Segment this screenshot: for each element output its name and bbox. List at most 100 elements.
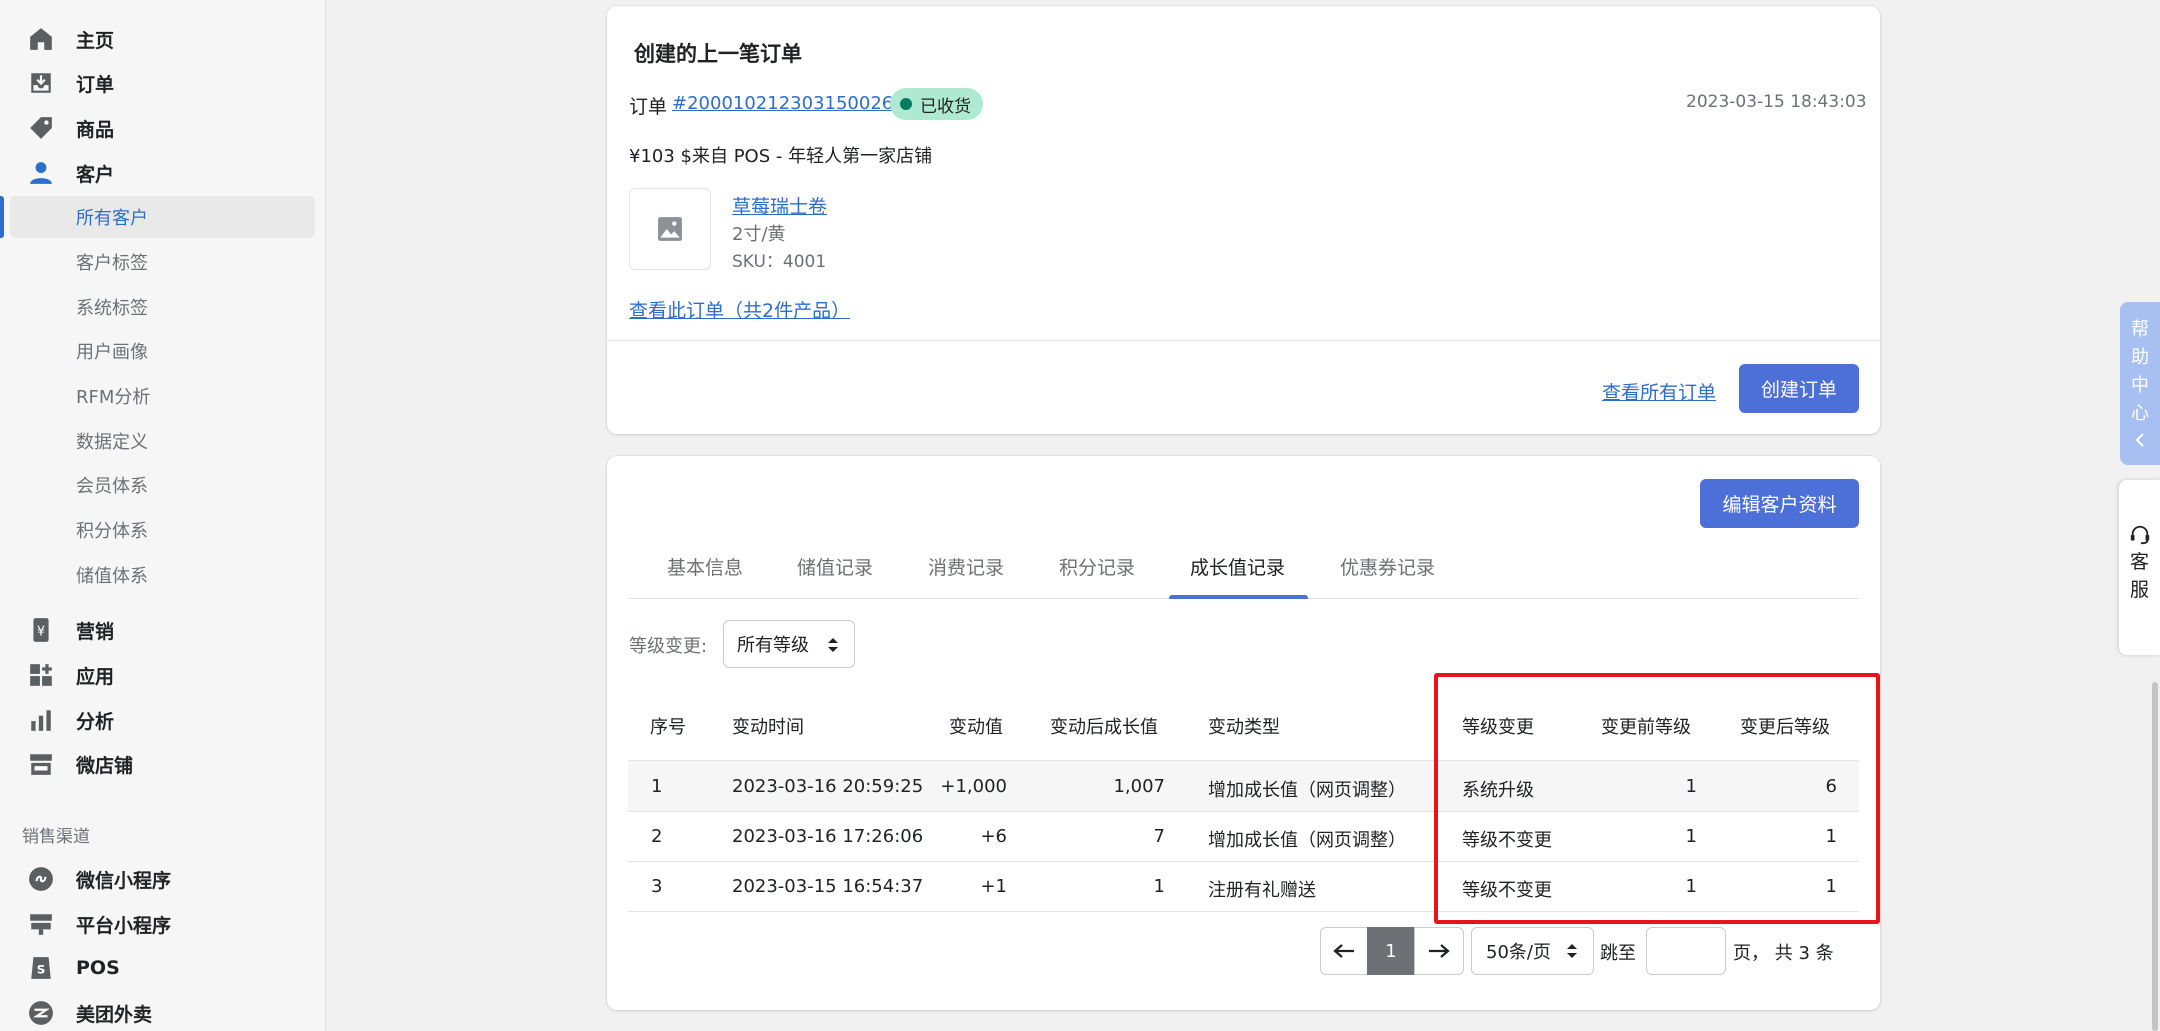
image-icon — [658, 217, 682, 241]
view-order-link[interactable]: 查看此订单（共2件产品） — [629, 296, 850, 323]
home-icon — [26, 24, 56, 54]
cell-time: 2023-03-16 17:26:06 — [732, 826, 924, 847]
sub-item-label: 储值体系 — [76, 566, 148, 587]
meituan-icon — [26, 998, 56, 1028]
jump-page-input[interactable] — [1646, 927, 1726, 975]
arrow-left-icon — [1333, 944, 1354, 958]
cell-index: 3 — [651, 876, 663, 897]
tab-consumption[interactable]: 消费记录 — [928, 553, 1004, 580]
help-char: 中 — [2131, 375, 2149, 396]
cell-change-value: +6 — [980, 826, 1007, 847]
current-page-button[interactable]: 1 — [1367, 927, 1415, 975]
select-arrows-icon — [828, 638, 838, 652]
card-divider — [607, 340, 1880, 341]
sales-channels-label: 销售渠道 — [22, 827, 90, 847]
nav-products[interactable]: 商品 — [0, 106, 326, 150]
level-change-value: 所有等级 — [737, 635, 809, 656]
help-center-tab[interactable]: 帮 助 中 心 — [2120, 302, 2160, 465]
scrollbar-thumb[interactable] — [2152, 682, 2158, 1031]
order-number-link[interactable]: #200010212303150026 — [672, 93, 893, 114]
order-status-badge: 已收货 — [890, 88, 983, 120]
sub-item-label: 客户标签 — [76, 253, 148, 274]
store-icon — [26, 749, 56, 779]
svg-text:¥: ¥ — [37, 624, 45, 639]
pos-icon: S — [26, 953, 56, 983]
sub-item-system-tags[interactable]: 系统标签 — [10, 286, 315, 328]
nav-marketing-label: 营销 — [76, 620, 115, 643]
marketing-icon: ¥ — [26, 615, 56, 645]
tab-stored-value[interactable]: 储值记录 — [797, 553, 873, 580]
next-page-button[interactable] — [1414, 927, 1464, 975]
sub-item-stored-value[interactable]: 储值体系 — [10, 554, 315, 596]
edit-customer-button[interactable]: 编辑客户资料 — [1700, 479, 1859, 528]
help-char: 心 — [2131, 403, 2149, 424]
cell-after-value: 1,007 — [1113, 776, 1165, 797]
tab-coupons[interactable]: 优惠券记录 — [1340, 553, 1435, 580]
nav-store[interactable]: 微店铺 — [0, 742, 326, 786]
sub-item-label: 所有客户 — [76, 208, 148, 229]
col-header-time: 变动时间 — [732, 717, 804, 738]
nav-apps[interactable]: 应用 — [0, 653, 326, 697]
create-order-button[interactable]: 创建订单 — [1739, 364, 1859, 413]
cell-index: 1 — [651, 776, 663, 797]
sub-item-user-profile[interactable]: 用户画像 — [10, 330, 315, 372]
last-order-card — [607, 6, 1880, 434]
sub-item-customer-tags[interactable]: 客户标签 — [10, 241, 315, 283]
orders-icon — [26, 68, 56, 98]
svg-text:S: S — [37, 962, 46, 976]
channel-platform-miniprogram[interactable]: 平台小程序 — [0, 902, 326, 946]
nav-home[interactable]: 主页 — [0, 17, 326, 61]
sub-item-points[interactable]: 积分体系 — [10, 509, 315, 551]
col-header-change-type: 变动类型 — [1208, 717, 1280, 738]
col-header-change-value: 变动值 — [949, 717, 1003, 738]
channel-label: 微信小程序 — [76, 869, 172, 892]
sub-item-data-definition[interactable]: 数据定义 — [10, 420, 315, 462]
nav-customers[interactable]: 客户 — [0, 151, 326, 195]
product-name-link[interactable]: 草莓瑞士卷 — [732, 192, 827, 219]
total-text: 页， 共 3 条 — [1733, 943, 1834, 964]
nav-store-label: 微店铺 — [76, 754, 134, 777]
product-sku: SKU：4001 — [732, 252, 827, 272]
level-change-select[interactable]: 所有等级 — [723, 620, 855, 668]
channel-pos[interactable]: S POS — [0, 946, 326, 990]
nav-orders[interactable]: 订单 — [0, 61, 326, 105]
filter-label: 等级变更: — [629, 636, 708, 657]
cell-change-value: +1 — [980, 876, 1007, 897]
nav-home-label: 主页 — [76, 29, 115, 52]
customer-service-tab[interactable]: 客 服 — [2119, 480, 2160, 655]
channel-label: POS — [76, 957, 120, 979]
sub-item-rfm[interactable]: RFM分析 — [10, 375, 315, 417]
cell-after-value: 7 — [1153, 826, 1165, 847]
channel-label: 美团外卖 — [76, 1003, 153, 1026]
jump-label: 跳至 — [1600, 943, 1636, 964]
order-summary: ¥103 $来自 POS - 年轻人第一家店铺 — [629, 146, 933, 167]
tab-points[interactable]: 积分记录 — [1059, 553, 1135, 580]
cell-time: 2023-03-15 16:54:37 — [732, 876, 924, 897]
page-size-select[interactable]: 50条/页 — [1471, 927, 1594, 975]
view-all-orders-link[interactable]: 查看所有订单 — [1602, 378, 1716, 405]
channel-wechat-miniprogram[interactable]: 微信小程序 — [0, 857, 326, 901]
active-tab-underline — [1169, 595, 1308, 599]
wechat-miniprogram-icon — [26, 864, 56, 894]
nav-analytics[interactable]: 分析 — [0, 698, 326, 742]
sub-item-all-customers[interactable]: 所有客户 — [10, 196, 315, 238]
cell-time: 2023-03-16 20:59:25 — [732, 776, 924, 797]
sub-item-membership[interactable]: 会员体系 — [10, 464, 315, 506]
nav-marketing[interactable]: ¥ 营销 — [0, 608, 326, 652]
status-text: 已收货 — [920, 96, 971, 117]
prev-page-button[interactable] — [1320, 927, 1368, 975]
headset-icon — [2130, 525, 2150, 545]
tab-growth[interactable]: 成长值记录 — [1190, 553, 1285, 580]
status-dot — [900, 98, 912, 110]
product-image-placeholder — [629, 188, 711, 270]
channel-meituan[interactable]: 美团外卖 — [0, 991, 326, 1031]
last-order-title: 创建的上一笔订单 — [634, 42, 802, 66]
service-char: 服 — [2129, 579, 2149, 601]
col-header-after-value: 变动后成长值 — [1050, 717, 1158, 738]
service-char: 客 — [2129, 551, 2149, 573]
col-header-index: 序号 — [650, 717, 686, 738]
tab-basic-info[interactable]: 基本信息 — [667, 553, 743, 580]
nav-orders-label: 订单 — [76, 73, 115, 96]
order-prefix: 订单 — [629, 96, 668, 118]
nav-apps-label: 应用 — [76, 665, 115, 688]
